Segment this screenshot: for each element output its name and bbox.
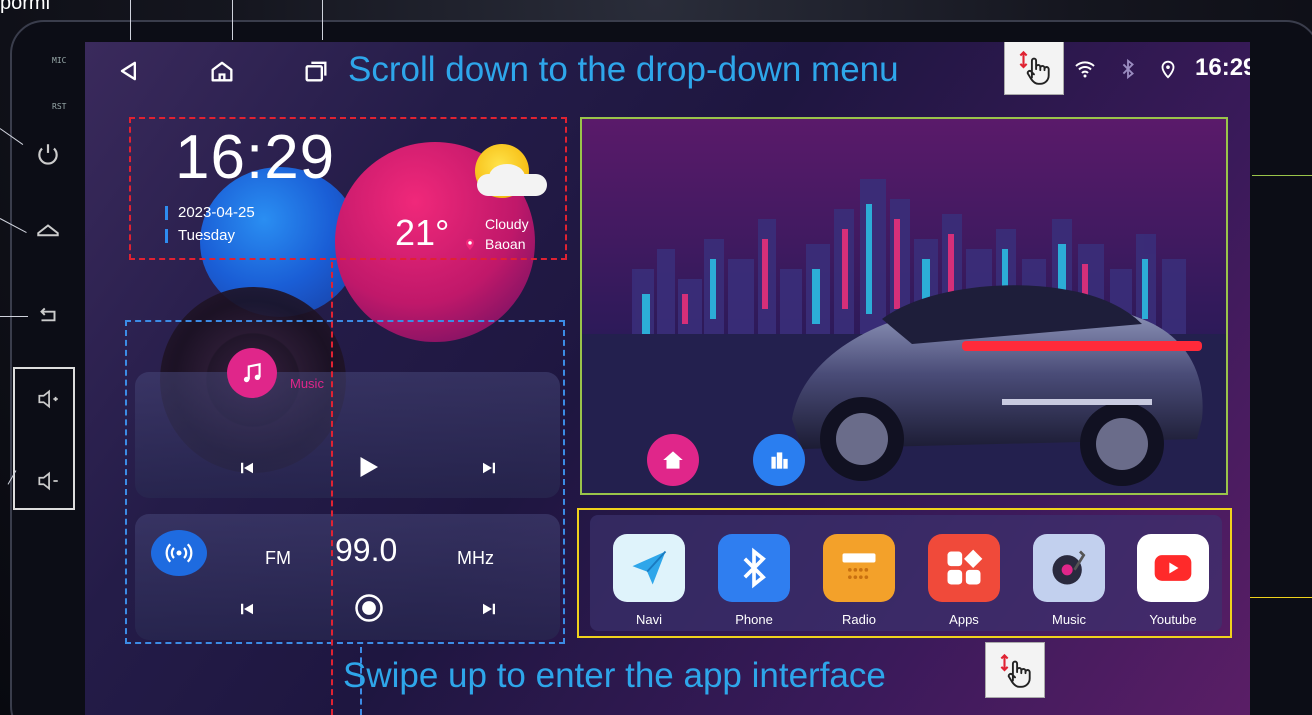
widget-date: 2023-04-25 [165,205,255,220]
app-label: Apps [949,612,979,627]
app-label: Music [1052,612,1086,627]
widget-weekday: Tuesday [165,228,235,243]
status-clock: 16:29 [1195,54,1250,81]
rst-label: RST [52,102,67,111]
leader-line-side-back [0,316,28,317]
clock-callout-line [331,262,333,715]
mic-label: MIC [52,56,67,65]
wifi-status [1071,56,1099,82]
volume-up-icon [38,389,58,409]
volume-down-button[interactable] [30,463,66,499]
app-phone[interactable]: Phone [718,534,790,627]
instruction-swipe-up: Swipe up to enter the app interface [343,656,886,695]
home-icon [663,451,683,469]
home-icon [211,61,233,82]
power-icon [38,144,58,165]
back-triangle-icon [120,61,136,81]
weather-temperature[interactable]: 21° [395,212,449,254]
location-status [1157,56,1179,82]
hand-swipe-icon [1000,653,1031,688]
house-icon [37,224,59,237]
app-label: Youtube [1149,612,1197,627]
radio-icon [823,534,895,602]
back-button[interactable] [112,54,146,88]
bluetooth-icon [1122,58,1134,80]
city-pin-icon [465,238,475,250]
app-navi[interactable]: Navi [613,534,685,627]
app-label: Navi [635,612,662,627]
recents-button[interactable] [299,54,333,88]
hand-swipe-icon [1019,50,1050,85]
recents-icon [305,61,327,82]
leader-line-recents [322,0,323,40]
side-back-button[interactable] [30,298,66,334]
widget-clock-time[interactable]: 16:29 [175,122,335,193]
power-button[interactable] [30,136,66,172]
corner-text: porml [0,0,51,14]
cloud-puff [489,164,525,190]
home-button[interactable] [205,54,239,88]
app-radio[interactable]: Radio [823,534,895,627]
vinyl-player-icon [1033,534,1105,602]
app-youtube[interactable]: Youtube [1137,534,1209,627]
app-label: Phone [735,612,773,627]
side-home-button[interactable] [30,214,66,250]
bluetooth-status [1117,56,1139,82]
leader-line-dock [1250,597,1312,598]
bluetooth-icon [718,534,790,602]
apps-grid-icon [928,534,1000,602]
leader-line-home [232,0,233,40]
app-label: Radio [842,612,876,627]
app-apps[interactable]: Apps [928,534,1000,627]
leader-line-hero [1252,175,1312,176]
youtube-icon [1137,534,1209,602]
location-pin-icon [1161,60,1175,79]
head-unit-screen: Scroll down to the drop-down menu 16:29 … [85,42,1250,715]
leader-line-back [130,0,131,40]
return-icon [40,307,56,322]
wifi-icon [1075,61,1095,78]
paper-plane-icon [613,534,685,602]
app-music[interactable]: Music [1033,534,1105,627]
weather-city: Baoan [485,236,526,252]
instruction-scroll-down: Scroll down to the drop-down menu [348,50,899,89]
volume-up-button[interactable] [30,381,66,417]
hero-buildings-button[interactable] [753,434,805,486]
swipe-up-gesture-badge [985,642,1045,698]
hero-car-wallpaper[interactable] [580,117,1228,495]
hero-home-button[interactable] [647,434,699,486]
weather-condition: Cloudy [485,216,529,232]
media-cards-highlight [125,320,565,644]
volume-down-icon [38,471,58,491]
swipe-down-gesture-badge [1004,42,1064,95]
buildings-icon [771,452,788,469]
